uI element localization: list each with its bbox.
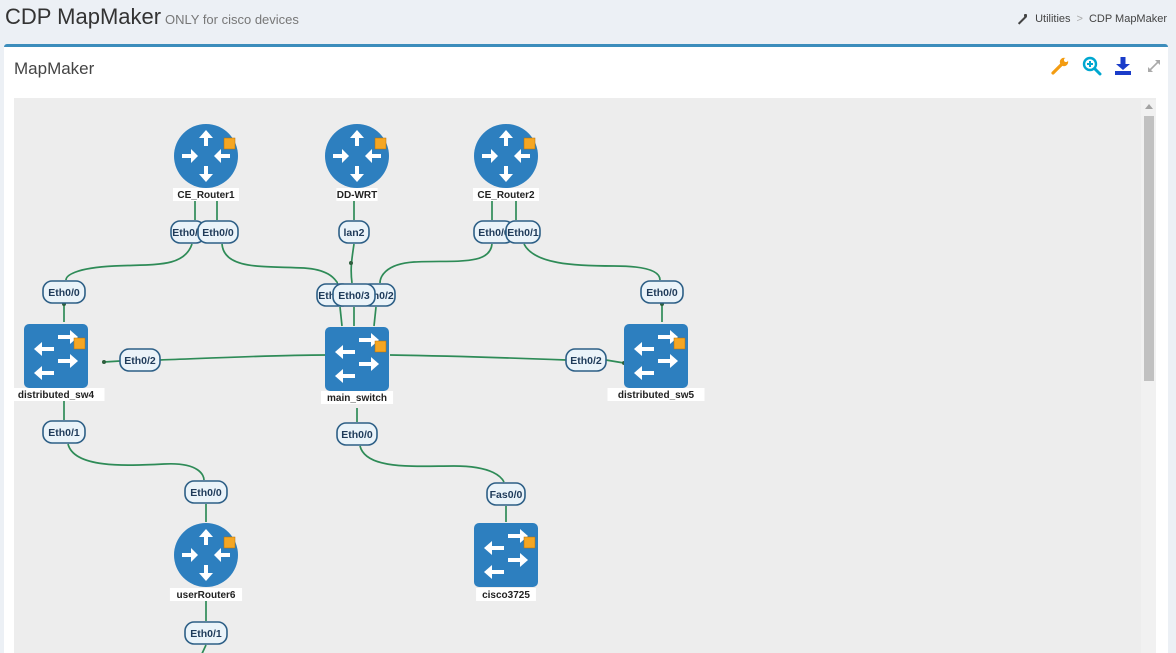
status-badge [223,536,236,549]
connection-link [67,443,205,481]
connection-link [339,306,343,327]
breadcrumb-item-current: CDP MapMaker [1088,13,1167,25]
node-label: DD-WRT [337,190,378,201]
download-icon[interactable] [1112,55,1133,76]
link-endpoint-dot [349,261,353,265]
network-map[interactable]: CE_Router1 DD-WRT CE_Router2 distributed_sw… [14,98,1156,653]
zoom-in-icon[interactable] [1081,55,1102,76]
connection-link [389,354,567,361]
status-badge [73,337,86,350]
connection-link [103,360,121,363]
port-label-p10[interactable]: Eth0/0 [640,280,684,304]
node-label: main_switch [327,393,387,404]
node-label: distributed_sw5 [618,390,695,401]
switch-icon [325,327,389,391]
map-node-ce1[interactable]: CE_Router1 [173,124,239,201]
port-text: Eth0/0 [190,487,222,499]
map-canvas[interactable]: CE_Router1 DD-WRT CE_Router2 distributed_sw… [14,98,1156,653]
port-label-p11[interactable]: Eth0/2 [119,348,161,372]
connection-link [221,243,339,284]
connection-link [605,359,625,364]
map-node-c3725[interactable]: cisco3725 [474,523,538,601]
port-text: Eth0/1 [48,427,80,439]
switch-icon [474,523,538,587]
node-label: CE_Router1 [177,190,235,201]
node-label: cisco3725 [482,590,530,601]
link-endpoint-dot [102,360,106,364]
switch-icon [624,324,688,388]
vertical-scrollbar[interactable] [1141,100,1156,653]
port-text: Eth0/0 [478,227,510,239]
connection-link [373,306,377,327]
switch-icon [24,324,88,388]
page-title: CDP MapMaker [5,4,162,29]
port-text: Eth0/1 [190,628,222,640]
node-label: userRouter6 [177,590,236,601]
wrench-icon[interactable] [1050,55,1071,76]
box-title: MapMaker [14,59,95,78]
status-badge [523,137,536,150]
status-badge [673,337,686,350]
status-badge [223,137,236,150]
breadcrumb-separator: > [1076,13,1083,25]
port-label-p13[interactable]: Eth0/1 [42,420,86,444]
map-node-ddwrt[interactable]: DD-WRT [325,124,389,201]
map-node-ce2[interactable]: CE_Router2 [473,124,539,201]
connection-link [523,243,661,281]
port-label-p15[interactable]: Eth0/0 [184,480,228,504]
box-tools [1050,55,1164,76]
port-label-p6[interactable]: Eth0/0 [42,280,86,304]
connection-link [379,243,493,284]
connection-link [159,354,327,361]
port-label-p9[interactable]: Eth0/3 [332,283,376,307]
status-badge [523,536,536,549]
port-label-p3[interactable]: lan2 [338,220,370,244]
port-text: Eth0/2 [570,355,602,367]
scroll-up-arrow[interactable] [1145,104,1153,109]
connection-link [359,445,505,483]
port-text: Eth0/2 [124,355,156,367]
port-text: Eth0/3 [338,290,370,302]
port-label-p12[interactable]: Eth0/2 [565,348,607,372]
port-text: Eth0/1 [507,227,539,239]
port-text: Fas0/0 [490,489,523,501]
expand-icon[interactable] [1143,55,1164,76]
breadcrumb-item-utilities[interactable]: Utilities [1035,13,1070,25]
status-badge [374,340,387,353]
map-node-main[interactable]: main_switch [320,327,394,404]
node-label: distributed_sw4 [18,390,95,401]
map-node-sw4[interactable]: distributed_sw4 [14,324,105,401]
port-text: Eth0/0 [202,227,234,239]
port-text: Eth0/0 [341,429,373,441]
port-label-p14[interactable]: Eth0/0 [336,422,378,446]
map-node-ur6[interactable]: userRouter6 [169,523,243,601]
port-label-p5[interactable]: Eth0/1 [505,220,541,244]
port-text: lan2 [343,227,364,239]
status-badge [374,137,387,150]
page-header: CDP MapMaker ONLY for cisco devices Util… [0,0,1176,40]
port-label-p2[interactable]: Eth0/0 [197,220,239,244]
magic-wand-icon [1016,13,1028,25]
port-label-p17[interactable]: Eth0/1 [184,621,228,645]
connection-link [65,243,193,281]
ports-layer: Eth0/1Eth0/0lan2Eth0/0Eth0/1Eth0/0Eth0/1… [42,220,684,645]
port-label-p16[interactable]: Fas0/0 [486,482,526,506]
page-subtitle: ONLY for cisco devices [165,12,299,27]
port-text: Eth0/0 [48,287,80,299]
node-label: CE_Router2 [477,190,535,201]
connection-link [201,644,207,653]
scroll-thumb[interactable] [1144,116,1154,381]
port-text: Eth0/0 [646,287,678,299]
breadcrumb: Utilities > CDP MapMaker [1016,13,1167,25]
